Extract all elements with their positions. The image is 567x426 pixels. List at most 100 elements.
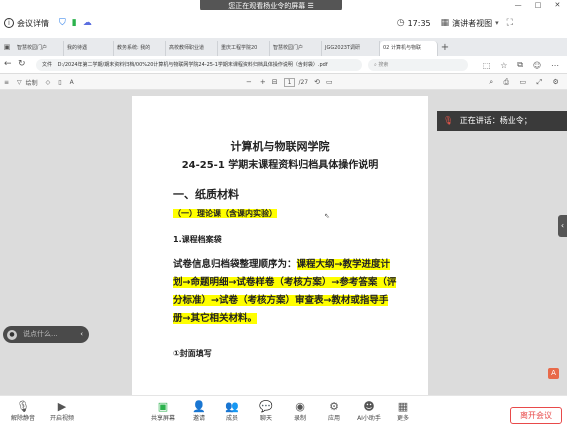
expand-icon[interactable]: ⤢ <box>537 78 543 87</box>
browser-tab[interactable]: 智慧校园门户 <box>14 41 64 56</box>
browser-menu-icon[interactable]: ▣ <box>0 43 14 51</box>
camera-off-icon: ▶ <box>57 400 67 413</box>
browser-tab-strip: ▣ 智慧校园门户 我的待遇 教务系统: 我的 高校教师职业道 重庆工程学院20 … <box>0 38 567 56</box>
rotate-icon[interactable]: ⟲ <box>314 78 320 86</box>
contents-icon[interactable]: ≡ <box>4 79 9 86</box>
ai-assistant-icon: ☻ <box>363 400 375 413</box>
section-heading: 一、纸质材料 <box>173 188 239 201</box>
chat-collapse-icon[interactable]: ‹ <box>80 326 83 343</box>
draw-button[interactable]: 绘制 <box>26 78 38 87</box>
fullscreen-icon[interactable]: ⛶ <box>507 18 513 28</box>
side-collapse-tab[interactable]: ‹ <box>558 215 567 237</box>
favorites-icon[interactable]: ☆ <box>500 61 507 70</box>
browser-tab[interactable]: JGG2023T调研 <box>322 41 380 56</box>
file-label: 文件 <box>42 62 53 68</box>
meeting-topbar: i 会议详情 ⛉ ▮ ☁ ◷ 17:35 ▦ 演讲者视图 ▾ ⛶ <box>0 10 567 36</box>
order-paragraph: 试卷信息归档袋整理顺序为：课程大纲→教学进度计 划→命题明细→试卷样卷（考核方案… <box>173 256 398 328</box>
signal-icon[interactable]: ▮ <box>72 18 77 28</box>
doc-subtitle: 24-25-1 学期末课程资料归档具体操作说明 <box>181 160 379 171</box>
subsection-heading: （一）理论课（含课内实验） <box>173 209 277 218</box>
record-button[interactable]: ◉ 录制 <box>286 400 314 422</box>
meeting-details-button[interactable]: 会议详情 <box>17 18 49 29</box>
banner-text: 您正在观看杨业令的屏幕 <box>228 2 306 10</box>
browser-tab[interactable]: 我的待遇 <box>64 41 114 56</box>
more-button[interactable]: ▦ 更多 <box>390 400 416 422</box>
speaking-notice: 🎙 正在讲话：杨业令； <box>437 111 567 131</box>
share-screen-button[interactable]: ▣ 共享屏幕 <box>146 400 180 422</box>
meeting-time: 17:35 <box>407 18 431 28</box>
maximize-button[interactable]: □ <box>535 1 542 9</box>
clock-icon: ◷ <box>396 18 405 28</box>
back-icon[interactable]: ← <box>4 59 12 69</box>
invite-icon: 👤 <box>192 400 206 413</box>
meeting-controls: 🎙 解除静音 ▶ 开启视频 ▣ 共享屏幕 👤 邀请 👥 成员 💬 聊天 ◉ 录制… <box>0 395 567 426</box>
filter-icon[interactable]: ▽ <box>17 79 22 86</box>
leave-meeting-button[interactable]: 离开会议 <box>510 407 562 424</box>
invite-button[interactable]: 👤 邀请 <box>186 400 212 422</box>
search-box[interactable]: ⌕ 搜索 <box>368 59 468 71</box>
read-aloud-icon[interactable]: A <box>70 79 74 86</box>
browser-tab[interactable]: 高校教师职业道 <box>166 41 218 56</box>
chat-input[interactable]: ● 说点什么... ‹ <box>3 326 89 343</box>
speaking-text: 正在讲话：杨业令； <box>459 116 532 125</box>
paragraph-line: 册→其它相关材料。 <box>173 313 257 324</box>
more-apps-icon: ▦ <box>397 400 409 413</box>
view-mode-button[interactable]: 演讲者视图 <box>452 18 492 29</box>
fit-icon[interactable]: ⊟ <box>272 78 278 86</box>
browser-actions: ⬚ ☆ ⧉ ☺ ⋯ <box>478 59 564 71</box>
members-button[interactable]: 👥 成员 <box>218 400 246 422</box>
zoom-out-button[interactable]: − <box>246 78 252 86</box>
url-text: D:/2024年第二学期/期末资料归档/00%20计算机与物联网学院24-25-… <box>57 62 328 68</box>
erase-icon[interactable]: ◇ <box>46 79 51 86</box>
close-button[interactable]: ✕ <box>555 1 561 9</box>
settings-icon[interactable]: ⚙ <box>553 78 559 86</box>
pdf-search-icon[interactable]: ⌕ <box>489 78 493 87</box>
paragraph-line: 试卷信息归档袋整理顺序为：课程大纲→教学进度计 <box>173 259 390 270</box>
minimize-button[interactable]: — <box>515 1 522 9</box>
browser-tab[interactable]: 智慧校园门户 <box>270 41 322 56</box>
view-icon: ▦ <box>440 18 450 28</box>
doc-title: 计算机与物联网学院 <box>230 140 330 153</box>
paragraph-line: 分标准）→试卷（考核方案）审查表→教材或指导手 <box>173 295 389 306</box>
save-icon[interactable]: ▭ <box>520 78 527 86</box>
mic-icon: 🎙 <box>443 116 454 125</box>
browser-tab[interactable]: 重庆工程学院20 <box>218 41 270 56</box>
browser-tab[interactable]: 教务系统: 我的 <box>114 41 166 56</box>
page-view-icon[interactable]: ▯ <box>58 79 61 86</box>
shield-icon[interactable]: ⛉ <box>59 18 66 28</box>
chat-button[interactable]: 💬 聊天 <box>252 400 280 422</box>
pdf-app-icon[interactable]: A <box>548 368 559 379</box>
mouse-cursor-icon: ⇖ <box>324 212 330 220</box>
members-icon: 👥 <box>225 400 239 413</box>
collections-icon[interactable]: ⧉ <box>517 60 523 70</box>
print-icon[interactable]: ⎙ <box>504 78 510 87</box>
more-icon[interactable]: ⋯ <box>551 61 559 70</box>
browser-tab-active[interactable]: 02 计算机与物联 <box>380 41 438 56</box>
pdf-toolbar: ≡ ▽ 绘制 ◇ ▯ A − + ⊟ 1 /27 ⟲ ▭ ⌕ ⎙ ▭ ⤢ ⚙ <box>0 74 567 90</box>
share-screen-icon: ▣ <box>157 400 169 413</box>
cover-heading: ①封面填写 <box>173 349 212 358</box>
url-field[interactable]: 文件 D:/2024年第二学期/期末资料归档/00%20计算机与物联网学院24-… <box>36 59 362 71</box>
window-controls: — □ ✕ <box>508 0 567 10</box>
page-number-input[interactable]: 1 <box>283 77 296 87</box>
profile-icon[interactable]: ☺ <box>533 61 541 70</box>
info-icon[interactable]: i <box>4 18 14 28</box>
paragraph-line: 划→命题明细→试卷样卷（考核方案）→参考答案（评 <box>173 277 397 288</box>
zoom-in-button[interactable]: + <box>260 78 266 86</box>
video-button[interactable]: ▶ 开启视频 <box>44 400 80 422</box>
reload-icon[interactable]: ↻ <box>18 59 26 69</box>
microphone-off-icon: 🎙 <box>16 400 30 413</box>
pdf-page: 计算机与物联网学院 24-25-1 学期末课程资料归档具体操作说明 一、纸质材料… <box>132 96 428 395</box>
address-bar: ← ↻ 文件 D:/2024年第二学期/期末资料归档/00%20计算机与物联网学… <box>0 56 567 74</box>
cloud-icon[interactable]: ☁ <box>83 18 92 28</box>
mute-button[interactable]: 🎙 解除静音 <box>6 400 40 422</box>
chevron-down-icon[interactable]: ▾ <box>495 19 499 27</box>
page-total: /27 <box>298 78 309 86</box>
extensions-icon[interactable]: ⬚ <box>483 61 491 70</box>
ai-assistant-button[interactable]: ☻ AI小助手 <box>352 400 386 422</box>
chat-placeholder: 说点什么... <box>23 330 58 338</box>
new-tab-icon[interactable]: + <box>438 42 452 53</box>
apps-button[interactable]: ⚙ 应用 <box>320 400 348 422</box>
spread-icon[interactable]: ▭ <box>326 78 333 86</box>
apps-icon: ⚙ <box>329 400 339 413</box>
